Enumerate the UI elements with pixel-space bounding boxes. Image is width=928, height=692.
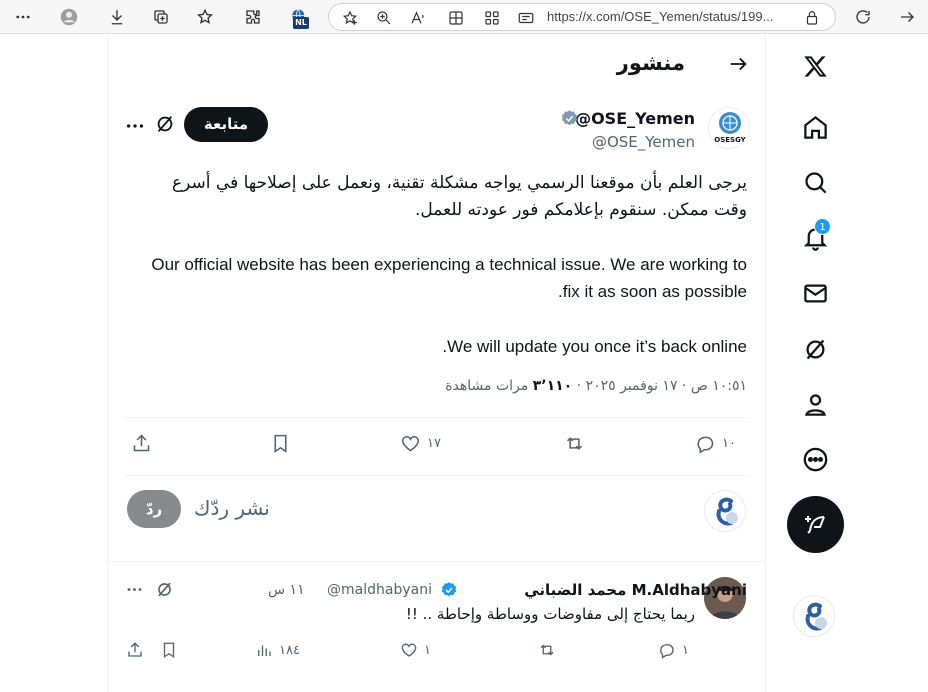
heart-icon — [401, 435, 420, 452]
home-icon[interactable] — [798, 110, 832, 144]
avatar-label: OSESGY — [714, 136, 746, 144]
verified-icon — [560, 109, 579, 128]
explore-icon[interactable] — [798, 165, 832, 199]
collections-icon[interactable] — [148, 4, 174, 30]
refresh-icon[interactable] — [850, 4, 876, 30]
share-action[interactable] — [131, 433, 152, 454]
reply-reply-count: ١ — [682, 642, 689, 658]
primary-nav: 1 — [767, 35, 928, 692]
download-icon[interactable] — [104, 4, 130, 30]
author-handle[interactable]: @OSE_Yemen — [592, 133, 695, 151]
site-info-icon[interactable] — [513, 5, 539, 31]
divider — [124, 417, 750, 418]
reply-repost-action[interactable] — [538, 641, 556, 659]
reply-more-icon[interactable] — [125, 580, 144, 599]
post-text-arabic: يرجى العلم بأن موقعنا الرسمي يواجه مشكلة… — [172, 173, 747, 220]
more-nav-icon[interactable] — [798, 442, 832, 476]
reply-grok-icon[interactable] — [155, 580, 174, 599]
views-count: ٣٬١١٠ — [532, 378, 573, 394]
post-text-english-2: We will update you once it’s back online… — [442, 337, 747, 356]
forward-icon[interactable] — [894, 4, 920, 30]
like-count: ١٧ — [427, 436, 441, 451]
repost-icon — [566, 437, 583, 450]
notifications-badge: 1 — [814, 218, 831, 235]
reply-views-count: ١٨٤ — [279, 642, 300, 658]
feather-plus-icon — [804, 515, 825, 534]
reply-like-action[interactable]: ١ — [400, 641, 431, 659]
profile-icon[interactable] — [56, 4, 82, 30]
post-meta: ١٠:٥١ ص · ١٧ نوفمبر ٢٠٢٥ · ٣٬١١٠ مرات مش… — [445, 378, 747, 394]
app-available-icon[interactable] — [443, 5, 469, 31]
reply-views-action[interactable]: ١٨٤ — [255, 641, 300, 659]
add-favorite-icon[interactable] — [337, 5, 363, 31]
reply-author-handle[interactable]: @maldhabyani — [327, 582, 432, 598]
page-title: منشور — [616, 51, 685, 75]
messages-icon[interactable] — [798, 276, 832, 310]
share-icon — [128, 642, 142, 657]
reply-bookmark-action[interactable] — [160, 641, 178, 659]
sidebar-blank — [0, 35, 108, 692]
grok-icon[interactable] — [154, 113, 176, 135]
divider — [108, 561, 766, 562]
bookmark-icon — [163, 642, 175, 659]
profile-nav-icon[interactable] — [798, 387, 832, 421]
reply-verified-icon — [440, 581, 458, 599]
grok-nav-icon[interactable] — [798, 332, 832, 366]
read-aloud-icon[interactable] — [405, 5, 431, 31]
bookmark-action[interactable] — [270, 433, 291, 454]
views-label: مرات مشاهدة — [445, 378, 529, 394]
zoom-icon[interactable] — [371, 5, 397, 31]
account-avatar[interactable] — [793, 595, 835, 637]
follow-button[interactable]: متابعة — [184, 107, 268, 142]
reply-action[interactable]: ١٠ — [695, 433, 736, 454]
reply-share-action[interactable] — [126, 641, 144, 659]
nl-badge: NL — [293, 17, 309, 29]
back-arrow-icon[interactable] — [727, 53, 749, 75]
like-action[interactable]: ١٧ — [400, 433, 441, 454]
reply-time[interactable]: ١١ س — [268, 582, 305, 598]
heart-icon — [401, 643, 417, 657]
repost-action[interactable] — [564, 433, 585, 454]
repost-icon — [540, 644, 554, 656]
bookmark-icon — [274, 434, 287, 453]
reply-text: ربما يحتاج إلى مفاوضات ووساطة وإحاطة .. … — [405, 605, 695, 623]
reply-count: ١٠ — [722, 436, 736, 451]
author-name[interactable]: @OSE_Yemen — [575, 109, 695, 128]
share-icon — [133, 434, 150, 452]
extensions-icon[interactable] — [240, 4, 266, 30]
divider — [124, 475, 750, 476]
more-icon[interactable] — [10, 4, 36, 30]
reply-like-count: ١ — [424, 642, 431, 658]
my-avatar[interactable] — [704, 490, 746, 532]
browser-toolbar: NL https://x.com/OSE_Yemen/status/199... — [0, 0, 928, 34]
reply-icon — [697, 436, 714, 454]
tracking-prevention-icon[interactable] — [799, 5, 825, 31]
url-text[interactable]: https://x.com/OSE_Yemen/status/199... — [547, 9, 792, 24]
main-column: منشور OSESGY @OSE_Yemen @OSE_Yemen متابع… — [108, 35, 766, 692]
reply-author-name[interactable]: M.Aldhabyani محمد الضباني — [524, 581, 747, 599]
x-logo-icon[interactable] — [798, 49, 832, 83]
apps-grid-icon[interactable] — [479, 5, 505, 31]
reply-input[interactable]: نشر ردّك — [194, 496, 270, 520]
reply-icon — [660, 644, 674, 659]
reply-button[interactable]: ردّ — [127, 490, 181, 528]
more-options-icon[interactable] — [124, 115, 146, 137]
post-time[interactable]: ١٠:٥١ ص · ١٧ نوفمبر ٢٠٢٥ · — [572, 378, 747, 394]
x-page: منشور OSESGY @OSE_Yemen @OSE_Yemen متابع… — [0, 35, 928, 692]
address-bar[interactable]: https://x.com/OSE_Yemen/status/199... — [328, 3, 836, 31]
views-icon — [258, 645, 271, 656]
post-text-english-1: Our official website has been experienci… — [151, 255, 747, 301]
reply-reply-action[interactable]: ١ — [658, 641, 689, 659]
compose-post-button[interactable] — [787, 496, 844, 553]
author-avatar[interactable]: OSESGY — [708, 107, 750, 149]
favorites-icon[interactable] — [192, 4, 218, 30]
